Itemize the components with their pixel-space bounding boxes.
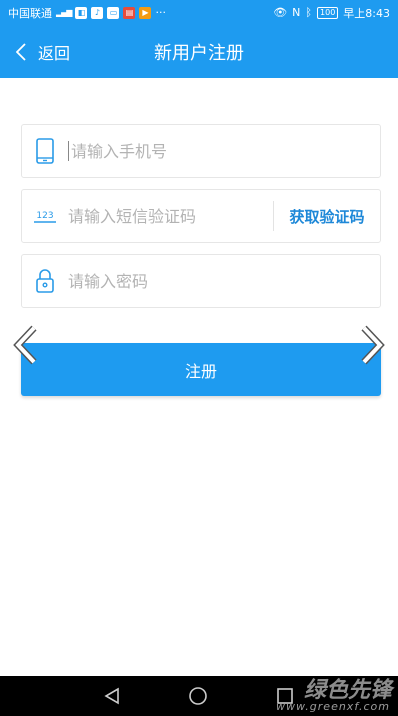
lock-icon-wrap — [22, 269, 68, 293]
chevron-left-icon — [16, 42, 26, 61]
get-code-button[interactable]: 获取验证码 — [274, 206, 380, 227]
phone-input[interactable] — [71, 125, 380, 177]
battery-icon: 100 — [317, 6, 339, 19]
signal-icon: ▂▄▆ — [56, 8, 73, 17]
code-icon-wrap: 123 — [22, 207, 68, 225]
sms-code-icon-text: 123 — [36, 211, 53, 221]
back-triangle-icon[interactable] — [104, 687, 120, 705]
password-input[interactable] — [68, 255, 380, 307]
nfc-icon: N — [292, 6, 301, 19]
phone-icon — [36, 138, 54, 164]
back-button[interactable]: 返回 — [16, 25, 70, 78]
screen: 中国联通 ▂▄▆ ◧ ♪ ▭ ▤ ▶ ··· 👁 N ᛒ 100 早上8:43 … — [0, 0, 398, 716]
eye-comfort-icon: 👁 — [273, 6, 288, 19]
tiktok-notification-icon: ♪ — [91, 6, 104, 19]
arrow-left-icon[interactable] — [12, 324, 40, 366]
clock: 早上8:43 — [343, 6, 390, 20]
phone-icon-wrap — [22, 138, 68, 164]
more-notifications-icon: ··· — [155, 6, 166, 19]
status-bar: 中国联通 ▂▄▆ ◧ ♪ ▭ ▤ ▶ ··· 👁 N ᛒ 100 早上8:43 — [0, 0, 398, 25]
watermark-url: www.greenxf.com — [276, 700, 390, 713]
message-notification-icon: ▭ — [107, 6, 120, 19]
video-notification-icon: ▶ — [139, 6, 152, 19]
sms-code-field[interactable]: 123 获取验证码 — [21, 189, 381, 243]
phone-field[interactable] — [21, 124, 381, 178]
back-label: 返回 — [38, 43, 71, 63]
news-notification-icon: ▤ — [123, 6, 136, 19]
status-bar-left: 中国联通 ▂▄▆ ◧ ♪ ▭ ▤ ▶ ··· — [8, 5, 273, 21]
home-circle-icon[interactable] — [188, 686, 208, 706]
app-notification-icon: ◧ — [75, 6, 88, 19]
bluetooth-icon: ᛒ — [305, 6, 313, 19]
nav-bar: 返回 新用户注册 — [0, 25, 398, 78]
register-button[interactable]: 注册 — [21, 343, 381, 396]
arrow-right-icon[interactable] — [358, 324, 386, 366]
text-caret — [68, 141, 69, 161]
status-bar-right: 👁 N ᛒ 100 早上8:43 — [273, 5, 390, 21]
carrier-label: 中国联通 — [8, 6, 52, 20]
lock-icon — [36, 269, 54, 293]
password-field[interactable] — [21, 254, 381, 308]
sms-code-input[interactable] — [68, 190, 273, 242]
sms-code-icon: 123 — [34, 211, 56, 223]
